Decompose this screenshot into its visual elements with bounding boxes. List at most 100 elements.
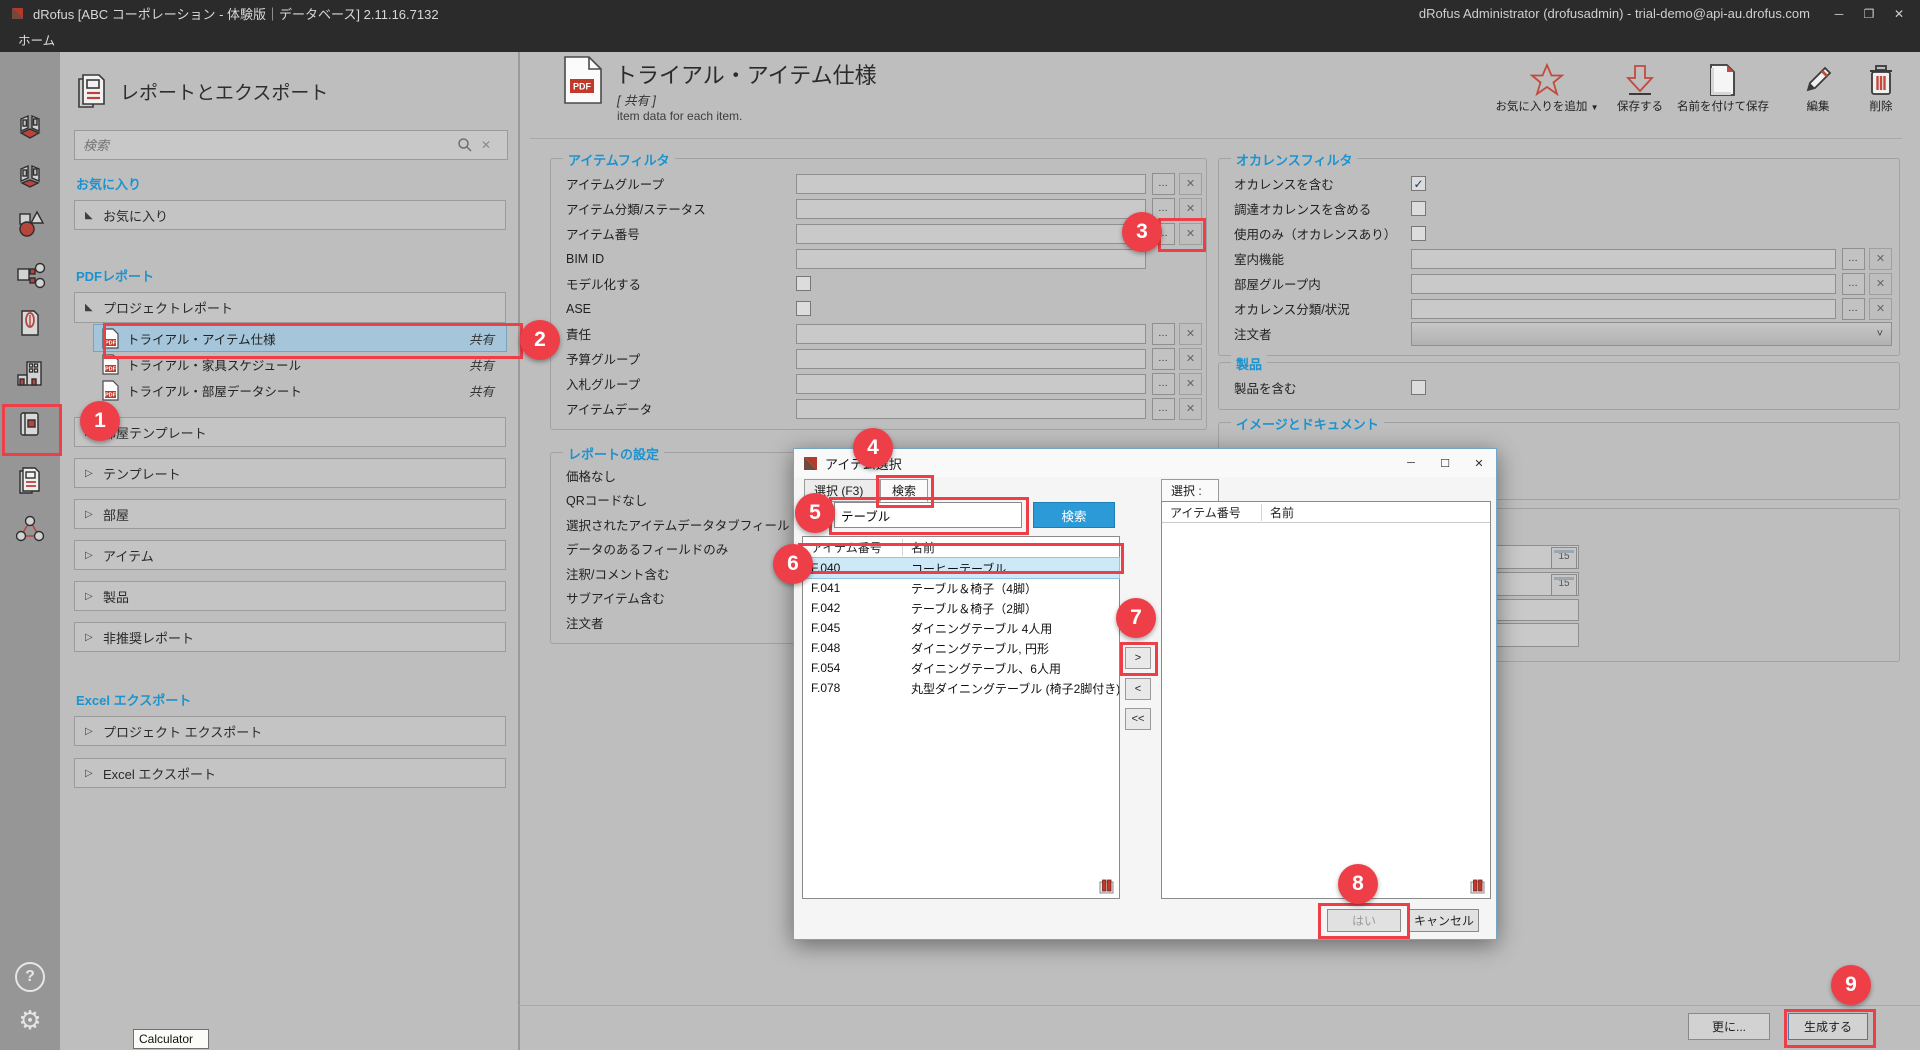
catalog-icon[interactable] [13,406,47,442]
item-data-field[interactable] [796,399,1146,419]
clear-button[interactable]: ✕ [1179,373,1202,395]
rooms-icon[interactable] [13,109,47,145]
orderer-combobox[interactable]: ˅ [1411,322,1892,346]
reports-icon[interactable] [13,462,47,498]
modelled-checkbox[interactable] [796,276,811,291]
move-remove-all-button[interactable]: << [1125,708,1151,730]
used-only-checkbox[interactable] [1411,226,1426,241]
clear-button[interactable]: ✕ [1869,298,1892,320]
clear-button[interactable]: ✕ [1869,248,1892,270]
tender-group-field[interactable] [796,374,1146,394]
settings-gear-icon[interactable]: ⚙ [0,1007,60,1033]
favorites-group[interactable]: ◣ お気に入り [74,200,506,230]
lookup-button[interactable]: … [1152,373,1175,395]
responsibility-field[interactable] [796,324,1146,344]
clear-button[interactable]: ✕ [1179,223,1202,245]
lookup-button[interactable]: … [1152,323,1175,345]
result-row[interactable]: F.041 テーブル＆椅子（4脚） [803,578,1119,598]
help-icon[interactable]: ? [0,962,60,992]
ok-button[interactable]: はい [1327,909,1401,932]
report-search-input[interactable] [75,138,457,153]
products-link-icon[interactable] [13,258,47,294]
budget-group-field[interactable] [796,349,1146,369]
room-function-field[interactable] [1411,249,1836,269]
dialog-close-icon[interactable]: ✕ [1462,457,1496,470]
report-group-bar[interactable]: ▷ 部屋 [74,499,506,529]
clear-button[interactable]: ✕ [1179,398,1202,420]
more-button[interactable]: 更に... [1688,1013,1770,1040]
result-row[interactable]: F.045 ダイニングテーブル 4人用 [803,618,1119,638]
attachments-icon[interactable] [13,305,47,341]
building-icon[interactable] [13,355,47,391]
tab-search[interactable]: 検索 [880,479,928,502]
column-header-number[interactable]: アイテム番号 [803,539,903,556]
minimize-icon[interactable]: ─ [1824,7,1854,21]
item-classification-field[interactable] [796,199,1146,219]
lookup-button[interactable]: … [1842,298,1865,320]
save-as-button[interactable]: 名前を付けて保存 [1668,60,1778,114]
move-add-button[interactable]: > [1125,647,1151,669]
item-number-field[interactable] [796,224,1146,244]
report-group-bar[interactable]: ▷ 部屋テンプレート [74,417,506,447]
procurement-checkbox[interactable] [1411,201,1426,216]
item-group-field[interactable] [796,174,1146,194]
systems-network-icon[interactable] [13,511,47,547]
room-data-icon[interactable] [13,159,47,195]
lookup-button[interactable]: … [1152,173,1175,195]
project-reports-group[interactable]: ◣ プロジェクトレポート [74,292,506,323]
lookup-button[interactable]: … [1842,248,1865,270]
dialog-maximize-icon[interactable]: ☐ [1428,457,1462,470]
report-group-bar[interactable]: ▷ テンプレート [74,458,506,488]
lookup-button[interactable]: … [1152,348,1175,370]
dialog-search-input[interactable] [834,502,1022,528]
items-shapes-icon[interactable] [13,205,47,241]
room-group-field[interactable] [1411,274,1836,294]
clear-button[interactable]: ✕ [1179,348,1202,370]
result-row[interactable]: F.040 コーヒーテーブル [803,558,1119,578]
column-options-icon[interactable] [1470,878,1486,894]
report-group-bar[interactable]: ▷ 非推奨レポート [74,622,506,652]
bim-id-field[interactable] [796,249,1146,269]
calendar-icon[interactable]: 15 [1551,547,1577,569]
result-row[interactable]: F.054 ダイニングテーブル、6人用 [803,658,1119,678]
result-row[interactable]: F.078 丸型ダイニングテーブル (椅子2脚付き) [803,678,1119,698]
include-occurrences-checkbox[interactable]: ✓ [1411,176,1426,191]
occurrence-classification-field[interactable] [1411,299,1836,319]
column-options-icon[interactable] [1099,878,1115,894]
column-header-name[interactable]: 名前 [903,539,1119,556]
lookup-button[interactable]: … [1152,398,1175,420]
export-group-bar[interactable]: ▷ Excel エクスポート [74,758,506,788]
delete-button[interactable]: 削除 [1826,60,1920,114]
clear-button[interactable]: ✕ [1869,273,1892,295]
lookup-button[interactable]: … [1842,273,1865,295]
report-list-item[interactable]: PDF トライアル・部屋データシート 共有 [94,377,506,403]
search-icon[interactable] [457,137,481,153]
report-group-bar[interactable]: ▷ 製品 [74,581,506,611]
move-remove-button[interactable]: < [1125,678,1151,700]
generate-button[interactable]: 生成する [1788,1013,1868,1040]
search-clear-icon[interactable]: ✕ [481,138,507,152]
report-group-bar[interactable]: ▷ アイテム [74,540,506,570]
result-row[interactable]: F.048 ダイニングテーブル, 円形 [803,638,1119,658]
result-row[interactable]: F.042 テーブル＆椅子（2脚） [803,598,1119,618]
calendar-icon[interactable]: 15 [1551,574,1577,596]
menu-home[interactable]: ホーム [18,30,55,49]
clear-button[interactable]: ✕ [1179,173,1202,195]
include-products-checkbox[interactable] [1411,380,1426,395]
selected-header[interactable]: アイテム番号 名前 [1162,502,1490,523]
close-icon[interactable]: ✕ [1884,7,1914,21]
dialog-minimize-icon[interactable]: ─ [1394,457,1428,469]
column-header-name[interactable]: 名前 [1262,504,1490,521]
export-group-bar[interactable]: ▷ プロジェクト エクスポート [74,716,506,746]
ase-checkbox[interactable] [796,301,811,316]
column-header-number[interactable]: アイテム番号 [1162,504,1262,521]
results-header[interactable]: アイテム番号 名前 [803,537,1119,558]
report-list-item[interactable]: PDF トライアル・家具スケジュール 共有 [94,351,506,377]
dialog-title-bar[interactable]: アイテム選択 ─ ☐ ✕ [794,449,1496,477]
clear-button[interactable]: ✕ [1179,198,1202,220]
maximize-icon[interactable]: ❐ [1854,7,1884,21]
cancel-button[interactable]: キャンセル [1409,909,1479,932]
dialog-search-button[interactable]: 検索 [1033,502,1115,528]
clear-button[interactable]: ✕ [1179,323,1202,345]
report-list-item[interactable]: PDF トライアル・アイテム仕様 共有 [94,325,506,351]
